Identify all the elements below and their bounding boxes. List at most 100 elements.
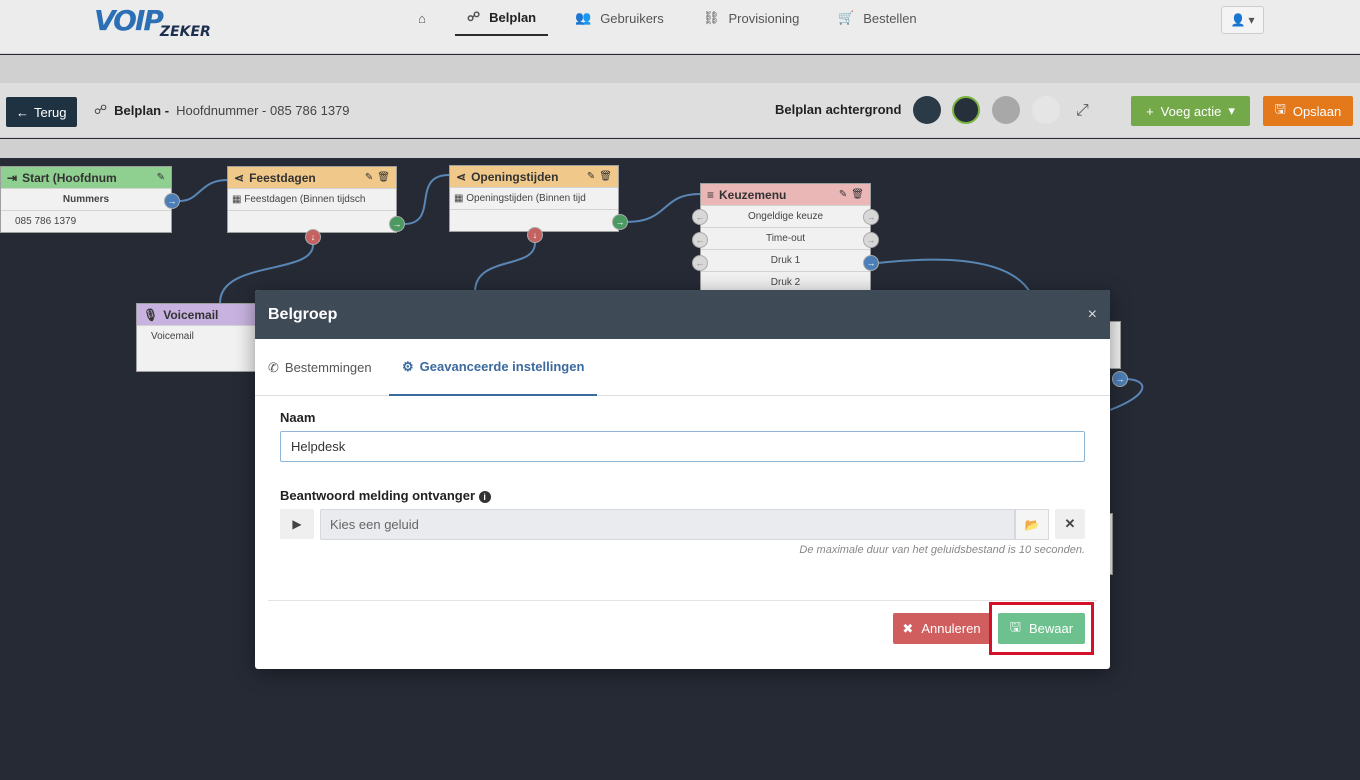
logo-sub-text: ZEKER bbox=[159, 24, 211, 40]
nav-provisioning-label: Provisioning bbox=[728, 10, 800, 26]
arrow-down-port-icon[interactable]: ↓ bbox=[305, 229, 321, 245]
bg-swatch-dark[interactable] bbox=[913, 96, 941, 124]
name-input[interactable]: Helpdesk bbox=[280, 431, 1085, 462]
name-label: Naam bbox=[280, 410, 316, 425]
info-icon[interactable]: i bbox=[478, 491, 491, 503]
back-button[interactable]: ← Terug bbox=[6, 97, 77, 127]
edit-icon[interactable]: ✎ bbox=[157, 172, 165, 183]
node-keuzemenu-title: Keuzemenu bbox=[719, 187, 787, 202]
floppy-icon: 🖫 bbox=[1274, 101, 1286, 116]
gear-icon: ⚙ bbox=[402, 358, 414, 374]
arrow-right-port-icon[interactable]: → bbox=[164, 193, 180, 209]
arrow-left-port-icon[interactable]: ← bbox=[692, 209, 708, 225]
trash-icon[interactable]: 🗑 bbox=[599, 171, 612, 182]
node-keuzemenu-option: Ongeldige keuze bbox=[701, 205, 870, 227]
node-feestdagen-row: ▦ Feestdagen (Binnen tijdsch bbox=[228, 188, 396, 210]
tab-geavanceerde-label: Geavanceerde instellingen bbox=[419, 359, 585, 374]
home-icon: ⌂ bbox=[418, 10, 426, 26]
fullscreen-icon[interactable]: ⤢ bbox=[1076, 102, 1089, 120]
node-start-header: ⇥ Start (Hoofdnum ✎ bbox=[1, 167, 171, 188]
node-start-row: 085 786 1379 bbox=[1, 210, 171, 232]
node-voicemail-title: Voicemail bbox=[163, 307, 219, 322]
node-openingstijden-row: ▦ Openingstijden (Binnen tijd bbox=[450, 187, 618, 209]
nav-home[interactable]: ⌂ bbox=[418, 0, 426, 36]
node-start-title: Start (Hoofdnum bbox=[22, 170, 117, 185]
arrow-right-port-icon[interactable]: → bbox=[389, 216, 405, 232]
node-voicemail[interactable]: 🎙 Voicemail Voicemail bbox=[136, 303, 266, 372]
arrow-right-port-icon[interactable]: → bbox=[612, 214, 628, 230]
tab-bestemmingen-label: Bestemmingen bbox=[284, 360, 372, 375]
arrow-right-port-icon[interactable]: → bbox=[863, 255, 879, 271]
nav-belplan-label: Belplan bbox=[489, 9, 537, 25]
node-keuzemenu[interactable]: ≡ Keuzemenu ✎ 🗑 Ongeldige keuze Time-out … bbox=[700, 183, 871, 293]
calendar-icon: ▦ bbox=[454, 193, 464, 204]
network-icon: ⛓ bbox=[703, 10, 720, 25]
logo-main-text: VOIP bbox=[94, 4, 164, 37]
nav-gebruikers[interactable]: 👥 Gebruikers bbox=[575, 0, 664, 36]
belgroep-modal: Belgroep × ✆ Bestemmingen ⚙ Geavanceerde… bbox=[255, 290, 1110, 669]
nav-spacer bbox=[0, 55, 1360, 82]
answer-notice-label: Beantwoord melding ontvanger i bbox=[280, 488, 491, 503]
node-feestdagen-row-label: Feestdagen (Binnen tijdsch bbox=[244, 194, 366, 205]
microphone-icon: 🎙 bbox=[143, 307, 159, 322]
cart-icon: 🛒 bbox=[838, 10, 855, 25]
node-openingstijden-title: Openingstijden bbox=[471, 169, 559, 184]
nav-bestellen[interactable]: 🛒 Bestellen bbox=[838, 0, 917, 36]
arrow-down-port-icon[interactable]: ↓ bbox=[527, 227, 543, 243]
cancel-button[interactable]: ✖ Annuleren bbox=[893, 613, 990, 644]
user-icon: 👤 bbox=[1230, 13, 1246, 27]
close-icon[interactable]: × bbox=[1088, 306, 1097, 324]
arrow-left-port-icon[interactable]: ← bbox=[692, 232, 708, 248]
arrow-right-port-icon[interactable]: → bbox=[863, 209, 879, 225]
sitemap-icon: ☍ bbox=[467, 9, 481, 24]
trash-icon[interactable]: 🗑 bbox=[377, 172, 390, 183]
sound-duration-hint: De maximale duur van het geluidsbestand … bbox=[799, 544, 1085, 556]
arrow-left-port-icon[interactable]: ← bbox=[692, 255, 708, 271]
play-icon: ▶ bbox=[292, 517, 302, 531]
tab-geavanceerde-instellingen[interactable]: ⚙ Geavanceerde instellingen bbox=[389, 339, 598, 396]
bg-swatch-grey[interactable] bbox=[992, 96, 1020, 124]
folder-open-icon: 📂 bbox=[1024, 517, 1040, 532]
edit-icon[interactable]: ✎ bbox=[587, 171, 595, 182]
sign-in-icon: ⇥ bbox=[7, 170, 18, 185]
users-icon: 👥 bbox=[575, 10, 592, 25]
node-feestdagen[interactable]: ⋖ Feestdagen ✎ 🗑 ▦ Feestdagen (Binnen tij… bbox=[227, 166, 397, 233]
highlight-box bbox=[989, 602, 1094, 655]
save-plan-button[interactable]: 🖫 Opslaan bbox=[1263, 96, 1353, 126]
add-action-label: Voeg actie bbox=[1160, 103, 1222, 119]
trash-icon[interactable]: 🗑 bbox=[851, 189, 864, 200]
node-keuzemenu-option: Druk 1 bbox=[701, 249, 870, 271]
breadcrumb: ☍ Belplan - Hoofdnummer - 085 786 1379 bbox=[94, 102, 350, 118]
play-button[interactable]: ▶ bbox=[280, 509, 314, 539]
node-openingstijden[interactable]: ⋖ Openingstijden ✎ 🗑 ▦ Openingstijden (Bi… bbox=[449, 165, 619, 232]
browse-sound-button[interactable]: 📂 bbox=[1015, 509, 1049, 540]
close-icon: ✕ bbox=[1064, 516, 1076, 531]
modal-header: Belgroep × bbox=[255, 290, 1110, 339]
add-action-button[interactable]: + Voeg actie ▾ bbox=[1131, 96, 1250, 126]
share-icon: ⋖ bbox=[456, 169, 467, 184]
nav-provisioning[interactable]: ⛓ Provisioning bbox=[703, 0, 799, 36]
modal-title: Belgroep bbox=[268, 305, 338, 323]
node-start[interactable]: ⇥ Start (Hoofdnum ✎ Nummers 085 786 1379 bbox=[0, 166, 172, 233]
edit-icon[interactable]: ✎ bbox=[365, 172, 373, 183]
caret-down-icon: ▾ bbox=[1248, 13, 1255, 27]
user-menu-button[interactable]: 👤 ▾ bbox=[1221, 6, 1264, 34]
back-button-label: Terug bbox=[34, 104, 67, 120]
bg-swatch-darker-selected[interactable] bbox=[952, 96, 980, 124]
cancel-button-label: Annuleren bbox=[921, 621, 981, 636]
share-icon: ⋖ bbox=[234, 170, 245, 185]
bg-swatch-light[interactable] bbox=[1032, 96, 1060, 124]
sound-select-input[interactable]: Kies een geluid bbox=[320, 509, 1015, 540]
arrow-left-icon: ← bbox=[16, 104, 29, 120]
nav-belplan[interactable]: ☍ Belplan bbox=[455, 0, 549, 36]
clear-sound-button[interactable]: ✕ bbox=[1055, 509, 1085, 539]
edit-icon[interactable]: ✎ bbox=[839, 189, 847, 200]
arrow-right-port-icon[interactable]: → bbox=[863, 232, 879, 248]
tab-bestemmingen[interactable]: ✆ Bestemmingen bbox=[268, 339, 372, 396]
brand-logo[interactable]: VOIPZEKER bbox=[94, 4, 213, 40]
node-start-row-header: Nummers bbox=[1, 188, 171, 210]
phone-icon: ✆ bbox=[268, 359, 279, 375]
sitemap-icon: ☍ bbox=[94, 102, 108, 117]
arrow-right-port-icon[interactable]: → bbox=[1112, 371, 1128, 387]
modal-footer-divider bbox=[268, 600, 1097, 601]
